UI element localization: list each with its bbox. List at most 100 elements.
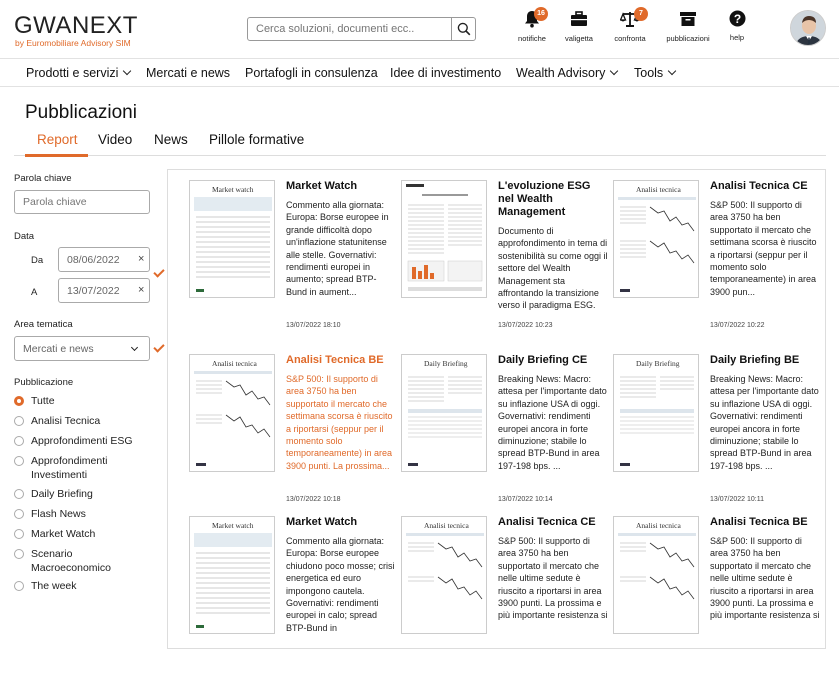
report-card[interactable]: Analisi tecnica Analisi Tecnica BE S&P 5…: [189, 354, 401, 514]
pub-option-label: Analisi Tecnica: [31, 415, 101, 427]
report-thumbnail[interactable]: Analisi tecnica: [613, 180, 699, 298]
document-preview-icon: [620, 376, 694, 466]
search-button[interactable]: [451, 18, 475, 40]
report-title[interactable]: Analisi Tecnica CE: [710, 180, 820, 193]
date-to-value: 13/07/2022: [67, 284, 120, 297]
report-title[interactable]: Analisi Tecnica BE: [286, 354, 396, 367]
date-from-field[interactable]: 08/06/2022: [58, 247, 150, 272]
radio-button[interactable]: [14, 489, 24, 499]
page-title: Pubblicazioni: [25, 102, 137, 123]
report-card[interactable]: Daily Briefing Daily Briefing BE Breakin…: [613, 354, 825, 514]
compare-button[interactable]: 7 confronta: [605, 7, 655, 43]
briefcase-icon: [571, 11, 587, 26]
report-card[interactable]: L'evoluzione ESG nel Wealth Management D…: [401, 180, 613, 340]
report-card[interactable]: Analisi tecnica Analisi Tecnica CE S&P 5…: [613, 180, 825, 340]
document-preview-icon: [406, 184, 483, 291]
chevron-down-icon: [610, 66, 619, 76]
report-thumbnail[interactable]: Market watch: [189, 516, 275, 634]
chart-preview-icon: [406, 533, 484, 600]
radio-button[interactable]: [14, 396, 24, 406]
user-photo-icon: [791, 11, 825, 45]
report-title[interactable]: Analisi Tecnica BE: [710, 516, 820, 529]
search-input[interactable]: [248, 18, 453, 40]
briefcase-button[interactable]: valigetta: [554, 10, 604, 43]
nav-portafogli-in-consulenza[interactable]: Portafogli in consulenza: [245, 66, 378, 80]
radio-button[interactable]: [14, 549, 24, 559]
nav-mercati-e-news[interactable]: Mercati e news: [146, 66, 230, 80]
report-card[interactable]: Market watch Market Watch Commento alla …: [189, 180, 401, 340]
area-select-value: Mercati e news: [23, 342, 94, 355]
clear-from-icon[interactable]: ×: [138, 253, 144, 265]
radio-button[interactable]: [14, 581, 24, 591]
avatar[interactable]: [790, 10, 826, 46]
tab-news[interactable]: News: [154, 132, 188, 147]
logo-subtitle: by Euromobiliare Advisory SIM: [15, 38, 131, 48]
keyword-label: Parola chiave: [14, 173, 72, 184]
radio-button[interactable]: [14, 436, 24, 446]
thumbnail-title: Analisi tecnica: [424, 521, 469, 530]
report-title[interactable]: Daily Briefing CE: [498, 354, 608, 367]
tab-pillole-formative[interactable]: Pillole formative: [209, 132, 304, 147]
nav-prodotti-e-servizi[interactable]: Prodotti e servizi: [26, 66, 132, 80]
report-title[interactable]: Market Watch: [286, 180, 396, 193]
chevron-down-icon: [123, 66, 132, 76]
area-label: Area tematica: [14, 319, 73, 330]
report-thumbnail[interactable]: Market watch: [189, 180, 275, 298]
svg-text:?: ?: [733, 12, 740, 26]
thumbnail-title: Analisi tecnica: [636, 521, 681, 530]
publication-label: Pubblicazione: [14, 377, 74, 388]
tab-report[interactable]: Report: [37, 132, 78, 147]
pub-option-label: Scenario Macroeconomico: [31, 548, 111, 574]
pub-option-label: Flash News: [31, 508, 86, 520]
report-card[interactable]: Market watch Market Watch Commento alla …: [189, 516, 401, 676]
report-thumbnail[interactable]: Analisi tecnica: [189, 354, 275, 472]
date-label: Data: [14, 231, 35, 242]
report-card[interactable]: Daily Briefing Daily Briefing CE Breakin…: [401, 354, 613, 514]
nav-tools[interactable]: Tools: [634, 66, 677, 80]
date-to-field[interactable]: 13/07/2022: [58, 278, 150, 303]
clear-to-icon[interactable]: ×: [138, 284, 144, 296]
report-description: Commento alla giornata: Europa: Borse eu…: [286, 536, 395, 633]
thumbnail-title: Daily Briefing: [636, 359, 680, 368]
report-thumbnail[interactable]: Analisi tecnica: [613, 516, 699, 634]
radio-button[interactable]: [14, 509, 24, 519]
compare-badge: 7: [634, 7, 648, 21]
report-description: S&P 500: Il supporto di area 3750 ha ben…: [498, 536, 608, 621]
notifications-button[interactable]: 16 notifiche: [507, 7, 557, 43]
radio-button[interactable]: [14, 416, 24, 426]
report-description: S&P 500: Il supporto di area 3750 ha ben…: [286, 374, 393, 471]
report-description: S&P 500: Il supporto di area 3750 ha ben…: [710, 200, 817, 297]
date-check-icon: [153, 266, 165, 278]
report-title[interactable]: Analisi Tecnica CE: [498, 516, 608, 529]
area-select[interactable]: Mercati e news: [14, 336, 150, 361]
nav-label: Wealth Advisory: [516, 66, 606, 80]
search-icon: [457, 22, 470, 36]
tab-video[interactable]: Video: [98, 132, 132, 147]
thumbnail-title: Analisi tecnica: [636, 185, 681, 194]
nav-idee-di-investimento[interactable]: Idee di investimento: [390, 66, 501, 80]
chart-preview-icon: [194, 371, 272, 466]
report-thumbnail[interactable]: [401, 180, 487, 298]
report-card[interactable]: Analisi tecnica Analisi Tecnica CE S&P 5…: [401, 516, 613, 676]
notifications-label: notifiche: [518, 34, 546, 43]
radio-button[interactable]: [14, 456, 24, 466]
report-thumbnail[interactable]: Daily Briefing: [613, 354, 699, 472]
report-description: Commento alla giornata: Europa: Borse eu…: [286, 200, 389, 297]
report-thumbnail[interactable]: Analisi tecnica: [401, 516, 487, 634]
report-card[interactable]: Analisi tecnica Analisi Tecnica BE S&P 5…: [613, 516, 825, 676]
report-date: 13/07/2022 10:14: [498, 496, 553, 503]
keyword-input[interactable]: [14, 190, 150, 214]
report-title[interactable]: Daily Briefing BE: [710, 354, 820, 367]
report-title[interactable]: L'evoluzione ESG nel Wealth Management: [498, 180, 608, 219]
radio-button[interactable]: [14, 529, 24, 539]
pub-option-label: Market Watch: [31, 528, 96, 540]
report-date: 13/07/2022 18:10: [286, 322, 341, 329]
report-title[interactable]: Market Watch: [286, 516, 396, 529]
pub-option-label: The week: [31, 580, 77, 592]
nav-wealth-advisory[interactable]: Wealth Advisory: [516, 66, 619, 80]
help-button[interactable]: ? help: [712, 10, 762, 42]
logo[interactable]: GWANEXT: [14, 12, 138, 40]
publications-button[interactable]: pubblicazioni: [663, 10, 713, 43]
chart-preview-icon: [618, 533, 696, 600]
report-thumbnail[interactable]: Daily Briefing: [401, 354, 487, 472]
